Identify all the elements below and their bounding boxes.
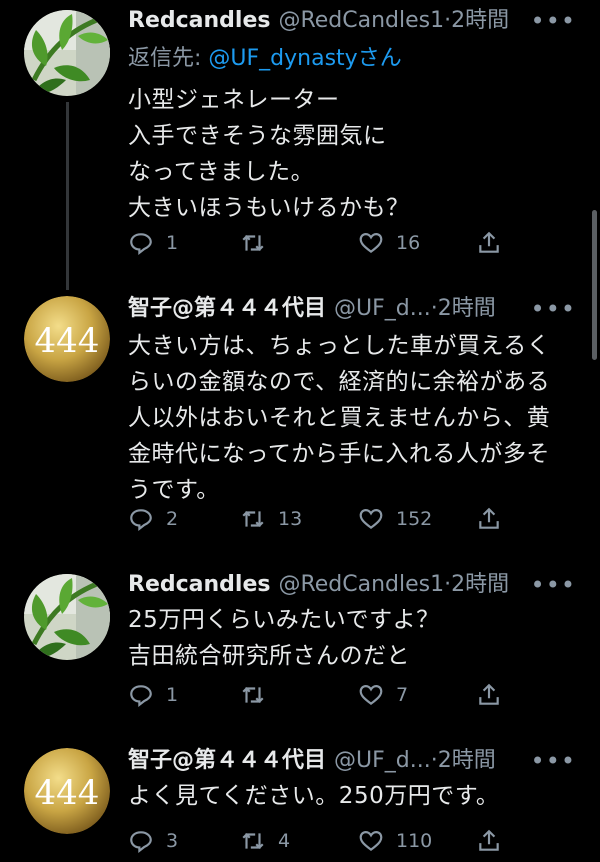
tweet-header: Redcandles @RedCandles1 · 2時間	[128, 568, 584, 602]
reply-icon	[130, 509, 152, 531]
reply-to-suffix: さん	[357, 46, 402, 71]
tweet-header: Redcandles @RedCandles1 · 2時間	[128, 4, 584, 38]
timestamp[interactable]: 2時間	[451, 568, 509, 602]
retweet-button[interactable]: 4	[240, 826, 290, 856]
share-icon	[479, 829, 499, 851]
retweet-button[interactable]: 13	[240, 504, 302, 534]
timestamp[interactable]: 2時間	[438, 292, 496, 326]
heart-icon	[359, 685, 383, 706]
like-button[interactable]: 110	[358, 826, 432, 856]
display-name[interactable]: Redcandles	[128, 4, 270, 38]
like-button[interactable]: 16	[358, 228, 420, 258]
more-icon[interactable]: •••	[531, 4, 576, 38]
tweet-text: 25万円くらいみたいですよ？ 吉田統合研究所さんのだと	[128, 607, 440, 669]
separator-dot: ·	[430, 296, 438, 321]
timestamp[interactable]: 2時間	[438, 744, 496, 778]
reply-count: 1	[166, 684, 179, 706]
share-button[interactable]	[476, 826, 502, 856]
retweet-button[interactable]	[240, 680, 278, 710]
avatar-text: 444	[35, 773, 100, 813]
user-handle[interactable]: @RedCandles1	[278, 568, 444, 602]
reply-button[interactable]: 2	[128, 504, 178, 534]
action-bar: 1 16	[128, 228, 508, 258]
gold-444-avatar-image: 444	[24, 296, 110, 382]
share-icon	[479, 231, 499, 253]
retweet-count: 4	[278, 830, 291, 852]
reply-count: 2	[166, 508, 179, 530]
like-count: 152	[396, 508, 433, 530]
retweet-icon	[242, 832, 264, 850]
tweet-header: 智子@第４４４代目 @UF_d... · 2時間	[128, 744, 584, 778]
share-icon	[479, 507, 499, 529]
share-button[interactable]	[476, 228, 502, 258]
reply-icon	[130, 831, 152, 853]
display-name[interactable]: Redcandles	[128, 568, 270, 602]
like-count: 16	[396, 232, 421, 254]
tweet-text: 大きい方は、ちょっとした車が買えるく らいの金額なので、経済的に余裕がある 人以…	[128, 333, 551, 503]
action-bar: 1 7	[128, 680, 508, 710]
heart-icon	[359, 831, 383, 852]
share-button[interactable]	[476, 680, 502, 710]
user-handle[interactable]: @RedCandles1	[278, 4, 444, 38]
reply-count: 3	[166, 830, 179, 852]
scrollbar[interactable]	[592, 210, 597, 360]
thread-line	[66, 102, 69, 290]
retweet-count: 13	[278, 508, 303, 530]
retweet-button[interactable]	[240, 228, 278, 258]
separator-dot: ·	[444, 8, 452, 33]
tweet-text: よく見てください。250万円です。	[128, 783, 500, 809]
like-count: 7	[396, 684, 409, 706]
display-name[interactable]: 智子@第４４４代目	[128, 744, 326, 778]
reply-to-line: 返信先: @UF_dynastyさん	[128, 42, 584, 76]
user-handle[interactable]: @UF_d...	[334, 292, 431, 326]
timestamp[interactable]: 2時間	[451, 4, 509, 38]
heart-icon	[359, 233, 383, 254]
plant-avatar-image	[24, 10, 110, 96]
user-handle[interactable]: @UF_d...	[334, 744, 431, 778]
reply-button[interactable]: 3	[128, 826, 178, 856]
reply-to-label: 返信先:	[128, 46, 209, 71]
separator-dot: ·	[444, 572, 452, 597]
tweet-text: 小型ジェネレーター 入手できそうな雰囲気に なってきました。 大きいほうもいける…	[128, 87, 410, 221]
tweet[interactable]: 444 智子@第４４４代目 @UF_d... · 2時間 ••• よく見てくださ…	[0, 742, 600, 862]
reply-button[interactable]: 1	[128, 228, 178, 258]
like-button[interactable]: 152	[358, 504, 432, 534]
share-icon	[479, 683, 499, 705]
more-icon[interactable]: •••	[531, 292, 576, 326]
separator-dot: ·	[430, 748, 438, 773]
share-button[interactable]	[476, 504, 502, 534]
tweet[interactable]: Redcandles @RedCandles1 · 2時間 ••• 返信先: @…	[0, 0, 600, 290]
reply-count: 1	[166, 232, 179, 254]
reply-button[interactable]: 1	[128, 680, 178, 710]
avatar-plant[interactable]	[24, 10, 110, 96]
action-bar: 2 13 152	[128, 504, 508, 534]
reply-icon	[130, 233, 152, 255]
gold-444-avatar-image: 444	[24, 748, 110, 834]
retweet-icon	[242, 234, 264, 252]
tweet-header: 智子@第４４４代目 @UF_d... · 2時間	[128, 292, 584, 326]
display-name[interactable]: 智子@第４４４代目	[128, 292, 326, 326]
avatar-text: 444	[35, 321, 100, 361]
avatar-444[interactable]: 444	[24, 748, 110, 834]
like-count: 110	[396, 830, 433, 852]
tweet[interactable]: 444 智子@第４４４代目 @UF_d... · 2時間 ••• 大きい方は、ち…	[0, 290, 600, 560]
like-button[interactable]: 7	[358, 680, 408, 710]
reply-icon	[130, 685, 152, 707]
timeline: Redcandles @RedCandles1 · 2時間 ••• 返信先: @…	[0, 0, 600, 862]
avatar-plant[interactable]	[24, 574, 110, 660]
retweet-icon	[242, 686, 264, 704]
action-bar: 3 4 110	[128, 826, 508, 856]
more-icon[interactable]: •••	[531, 744, 576, 778]
tweet[interactable]: Redcandles @RedCandles1 · 2時間 ••• 25万円くら…	[0, 566, 600, 736]
plant-avatar-image	[24, 574, 110, 660]
retweet-icon	[242, 510, 264, 528]
more-icon[interactable]: •••	[531, 568, 576, 602]
avatar-444[interactable]: 444	[24, 296, 110, 382]
reply-to-mention[interactable]: @UF_dynasty	[208, 46, 357, 71]
heart-icon	[359, 509, 383, 530]
